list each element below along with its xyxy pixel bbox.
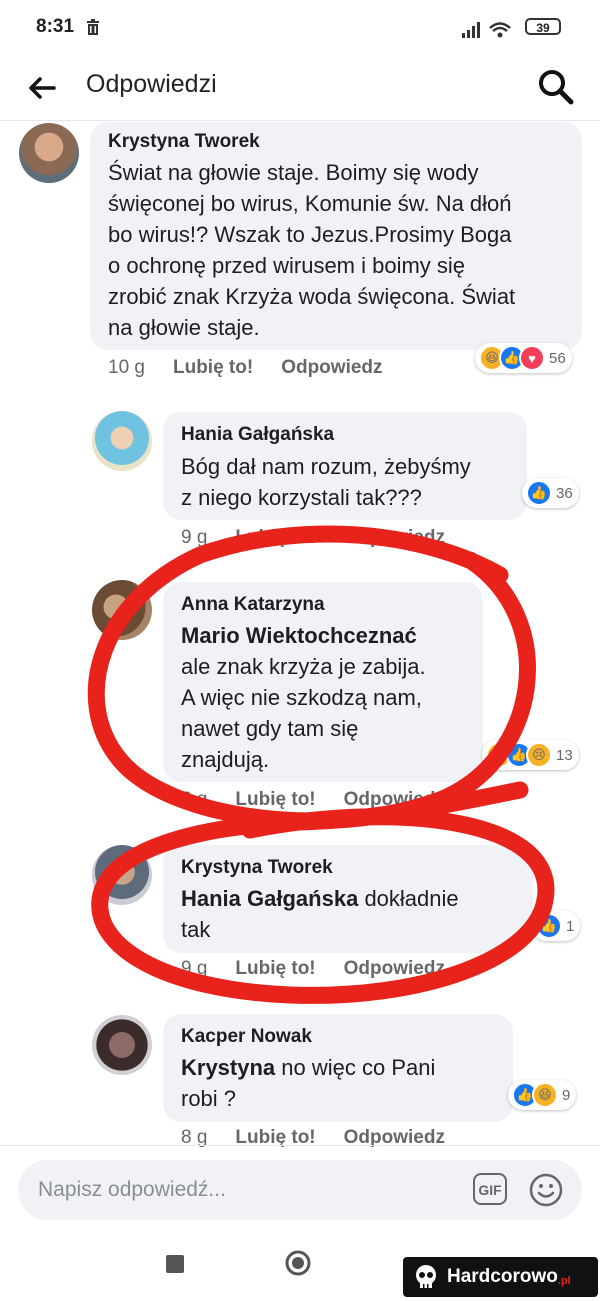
reply-link[interactable]: Odpowiedz — [344, 527, 445, 548]
like-link[interactable]: Lubię to! — [173, 357, 253, 378]
sad-icon: 😢 — [526, 742, 552, 768]
status-time: 8:31 — [36, 16, 75, 37]
reply-link[interactable]: Odpowiedz — [281, 357, 382, 378]
reaction-summary[interactable]: 😆 👍 ♥ 56 — [475, 343, 572, 373]
comment-time: 10 g — [108, 357, 145, 378]
comment-author[interactable]: Krystyna Tworek — [181, 857, 333, 879]
comment-time: 9 g — [181, 958, 208, 979]
reaction-summary[interactable]: 😆 👍 😢 13 — [482, 740, 579, 770]
trash-icon — [87, 19, 99, 35]
reaction-count: 1 — [566, 917, 575, 935]
comment-author[interactable]: Kacper Nowak — [181, 1026, 312, 1048]
comment-time: 9 g — [181, 527, 208, 548]
comment-author[interactable]: Anna Katarzyna — [181, 594, 325, 616]
emoji-icon[interactable] — [528, 1172, 564, 1208]
reply-input[interactable]: Napisz odpowiedź... GIF — [18, 1160, 582, 1220]
reply-link[interactable]: Odpowiedz — [344, 958, 445, 979]
gif-button[interactable]: GIF — [473, 1173, 507, 1205]
comment-text: Hania Gałgańska dokładnie tak — [181, 883, 521, 945]
like-link[interactable]: Lubię to! — [235, 789, 315, 810]
reaction-count: 9 — [562, 1086, 571, 1104]
recent-apps-button[interactable] — [166, 1255, 184, 1273]
mention-link[interactable]: Mario Wiektochceznać — [181, 623, 417, 648]
watermark: Hardcorowo .pl — [403, 1257, 598, 1297]
avatar[interactable] — [19, 123, 79, 183]
comment-text: Bóg dał nam rozum, żebyśmy z niego korzy… — [181, 454, 471, 510]
watermark-text: Hardcorowo — [447, 1266, 558, 1287]
home-button[interactable] — [285, 1250, 311, 1276]
comment-actions: 6 g Lubię to! Odpowiedz — [181, 789, 473, 811]
reply-link[interactable]: Odpowiedz — [344, 789, 445, 810]
comment-actions: 10 g Lubię to! Odpowiedz — [108, 357, 411, 379]
comment-actions: 9 g Lubię to! Odpowiedz — [181, 527, 473, 549]
reaction-summary[interactable]: 👍 😆 9 — [508, 1080, 577, 1110]
comment-text: Mario Wiektochceznać ale znak krzyża je … — [181, 620, 481, 775]
status-bar: 8:31 39 — [0, 0, 600, 56]
battery-indicator: 39 — [525, 18, 561, 35]
avatar[interactable] — [92, 1015, 152, 1075]
reaction-count: 13 — [556, 746, 573, 764]
comment-time: 6 g — [181, 789, 208, 810]
avatar[interactable] — [92, 411, 152, 471]
reply-composer: Napisz odpowiedź... GIF — [0, 1145, 600, 1236]
comment-text: Krystyna no więc co Pani robi ? — [181, 1052, 501, 1114]
skull-icon — [416, 1265, 436, 1288]
comment-author[interactable]: Hania Gałgańska — [181, 424, 334, 446]
like-icon: 👍 — [526, 480, 552, 506]
top-bar: Odpowiedzi — [0, 56, 600, 121]
comment-text: Świat na głowie staje. Boimy się wody św… — [108, 160, 516, 340]
mention-link[interactable]: Hania Gałgańska — [181, 886, 358, 911]
avatar[interactable] — [92, 845, 152, 905]
reaction-summary[interactable]: 👍 1 — [532, 911, 581, 941]
signal-icon — [462, 22, 511, 38]
reply-placeholder: Napisz odpowiedź... — [38, 1178, 226, 1201]
comment-actions: 9 g Lubię to! Odpowiedz — [181, 958, 473, 980]
haha-icon: 😆 — [532, 1082, 558, 1108]
love-icon: ♥ — [519, 345, 545, 371]
system-nav-bar: Hardcorowo .pl — [0, 1235, 600, 1301]
like-link[interactable]: Lubię to! — [235, 527, 315, 548]
watermark-suffix: .pl — [557, 1275, 571, 1287]
like-icon: 👍 — [536, 913, 562, 939]
comment-author[interactable]: Krystyna Tworek — [108, 131, 260, 153]
back-arrow-icon[interactable] — [26, 72, 58, 104]
search-icon[interactable] — [537, 68, 575, 106]
reaction-summary[interactable]: 👍 36 — [522, 478, 579, 508]
page-title: Odpowiedzi — [86, 70, 217, 98]
comment-body: ale znak krzyża je zabija. A więc nie sz… — [181, 654, 426, 772]
reaction-count: 56 — [549, 349, 566, 367]
mention-link[interactable]: Krystyna — [181, 1055, 275, 1080]
like-link[interactable]: Lubię to! — [235, 958, 315, 979]
reaction-count: 36 — [556, 484, 573, 502]
avatar[interactable] — [92, 580, 152, 640]
